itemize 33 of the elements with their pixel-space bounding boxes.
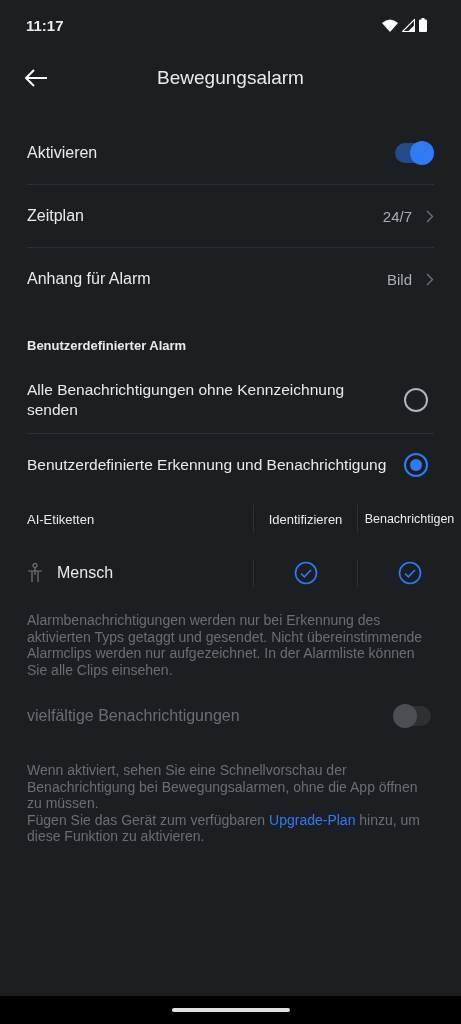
status-time: 11:17	[26, 16, 64, 34]
info-text: Alarmbenachrichtigungen werden nur bei Erkennung des aktivierten Typs getaggt und gesendet. Nicht übereinstimmende Alarmclips werden nur aufgezeichnet. In der Alarmliste können Sie alle Clips einsehen.	[27, 612, 424, 678]
setting-value: Bild	[387, 270, 412, 288]
setting-label: Anhang für Alarm	[27, 268, 151, 289]
battery-icon	[419, 18, 427, 32]
option-label: Benutzerdefinierte Erkennung und Benachrichtigung	[27, 454, 387, 475]
settings-row[interactable]: Aktivieren	[27, 122, 434, 185]
setting-label: Aktivieren	[27, 142, 98, 163]
person-icon	[27, 563, 43, 583]
wifi-icon	[382, 18, 398, 32]
option-label: Alle Benachrichtigungen ohne Kennzeichnung senden	[27, 379, 346, 420]
settings-row[interactable]: Anhang für Alarm Bild	[27, 248, 434, 310]
enable-toggle[interactable]	[395, 143, 431, 163]
label-name: Mensch	[57, 562, 114, 583]
signal-icon	[402, 18, 415, 32]
radio-button[interactable]	[404, 388, 428, 412]
section-title: Benutzerdefinierter Alarm	[27, 337, 188, 355]
setting-label: Zeitplan	[27, 205, 84, 226]
setting-value: 24/7	[382, 207, 412, 225]
column-header: AI-Etiketten	[27, 511, 95, 527]
column-header: Benachrichtigen	[364, 512, 455, 526]
settings-row[interactable]: Zeitplan 24/7	[27, 185, 434, 248]
setting-label: vielfältige Benachrichtigungen	[27, 705, 240, 726]
column-header: Identifizieren	[268, 511, 343, 527]
check-icon[interactable]	[397, 561, 422, 585]
chevron-icon	[426, 272, 434, 286]
footer-text: Fügen Sie das Gerät zum verfügbaren Upgrade-Plan hinzu, um diese Funktion zu aktivieren.	[27, 811, 421, 845]
radio-button[interactable]	[404, 453, 428, 477]
page-title: Bewegungsalarm	[156, 66, 305, 89]
footer-text: Wenn aktiviert, sehen Sie eine Schnellvorschau der Benachrichtigung bei Bewegungsalarmen, ohne die App öffnen zu müssen.	[27, 762, 419, 812]
check-icon[interactable]	[293, 561, 318, 585]
chevron-icon	[426, 209, 434, 223]
upgrade-link[interactable]: Upgrade-Plan	[269, 811, 356, 828]
